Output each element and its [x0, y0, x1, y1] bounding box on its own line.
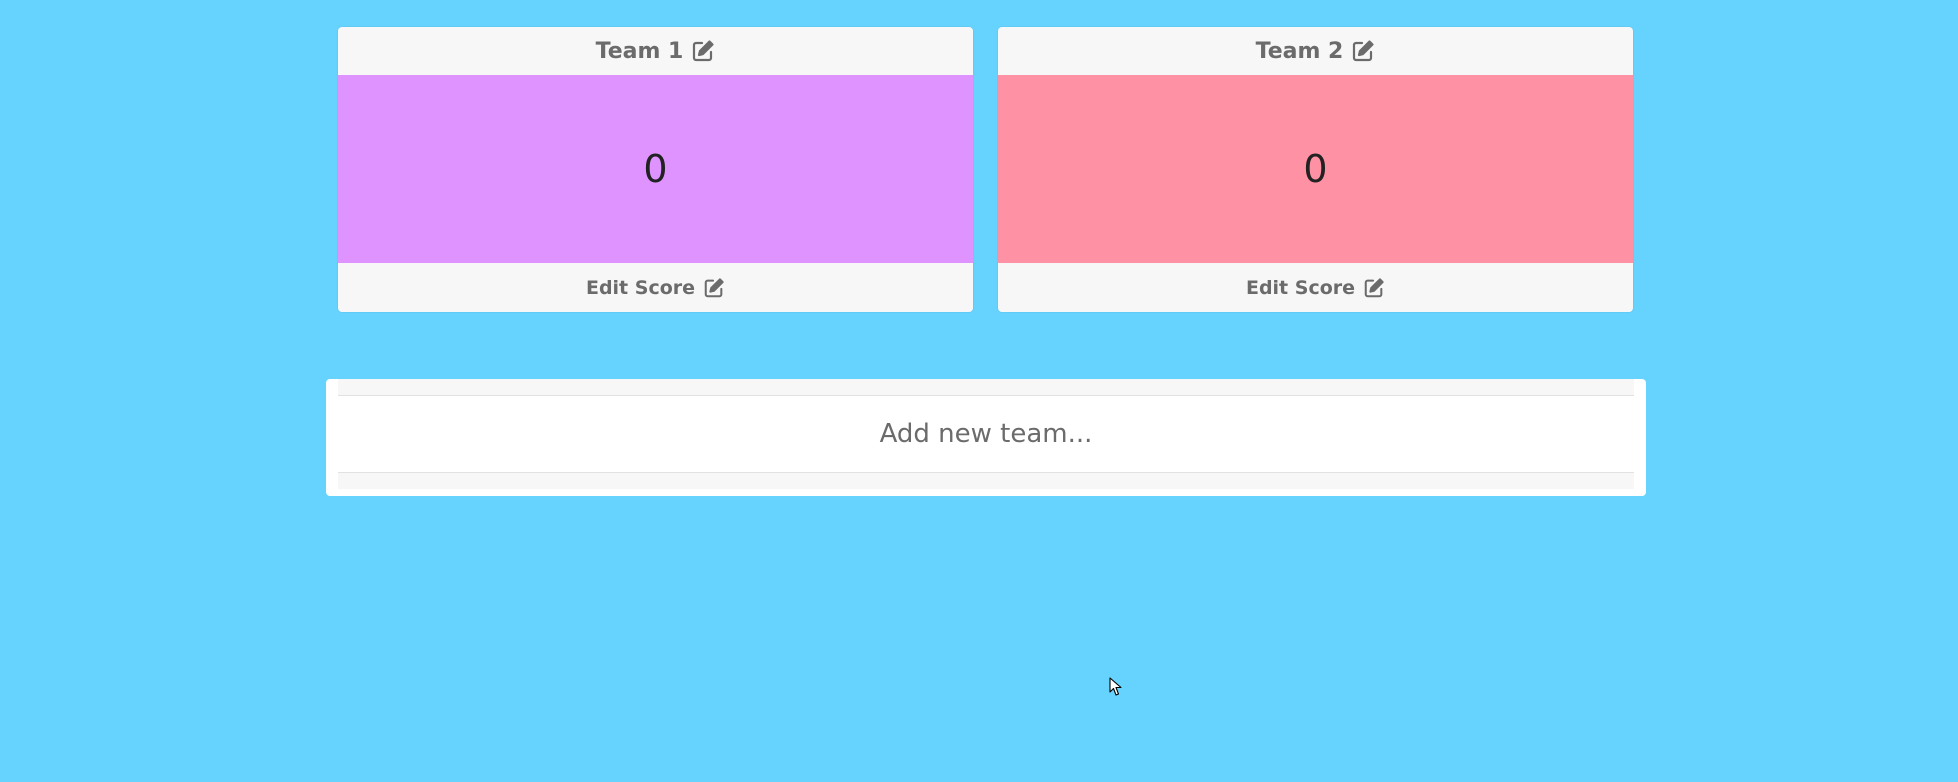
edit-icon[interactable] [703, 277, 725, 299]
team-name: Team 1 [595, 38, 684, 64]
add-team-input[interactable] [338, 396, 1634, 472]
team-name-header: Team 2 [998, 27, 1633, 75]
team-score: 0 [1303, 147, 1328, 191]
team-score-area: 0 [998, 75, 1633, 263]
team-card-footer: Edit Score [338, 263, 973, 312]
add-team-panel [326, 379, 1646, 496]
edit-icon[interactable] [1363, 277, 1385, 299]
edit-score-label: Edit Score [585, 276, 696, 299]
team-card-footer: Edit Score [998, 263, 1633, 312]
add-team-divider-top [338, 379, 1634, 396]
team-card: Team 1 0 Edit Score [338, 27, 973, 312]
edit-score-label: Edit Score [1245, 276, 1356, 299]
team-name: Team 2 [1255, 38, 1344, 64]
team-score-area: 0 [338, 75, 973, 263]
team-card: Team 2 0 Edit Score [998, 27, 1633, 312]
edit-team-name-button[interactable]: Team 1 [596, 39, 716, 64]
team-name-header: Team 1 [338, 27, 973, 75]
edit-score-button[interactable]: Edit Score [1246, 277, 1385, 299]
edit-score-button[interactable]: Edit Score [586, 277, 725, 299]
edit-icon[interactable] [691, 39, 715, 63]
edit-team-name-button[interactable]: Team 2 [1256, 39, 1376, 64]
add-team-divider-bottom [338, 472, 1634, 489]
team-score: 0 [643, 147, 668, 191]
edit-icon[interactable] [1351, 39, 1375, 63]
mouse-pointer-icon [1109, 677, 1122, 696]
